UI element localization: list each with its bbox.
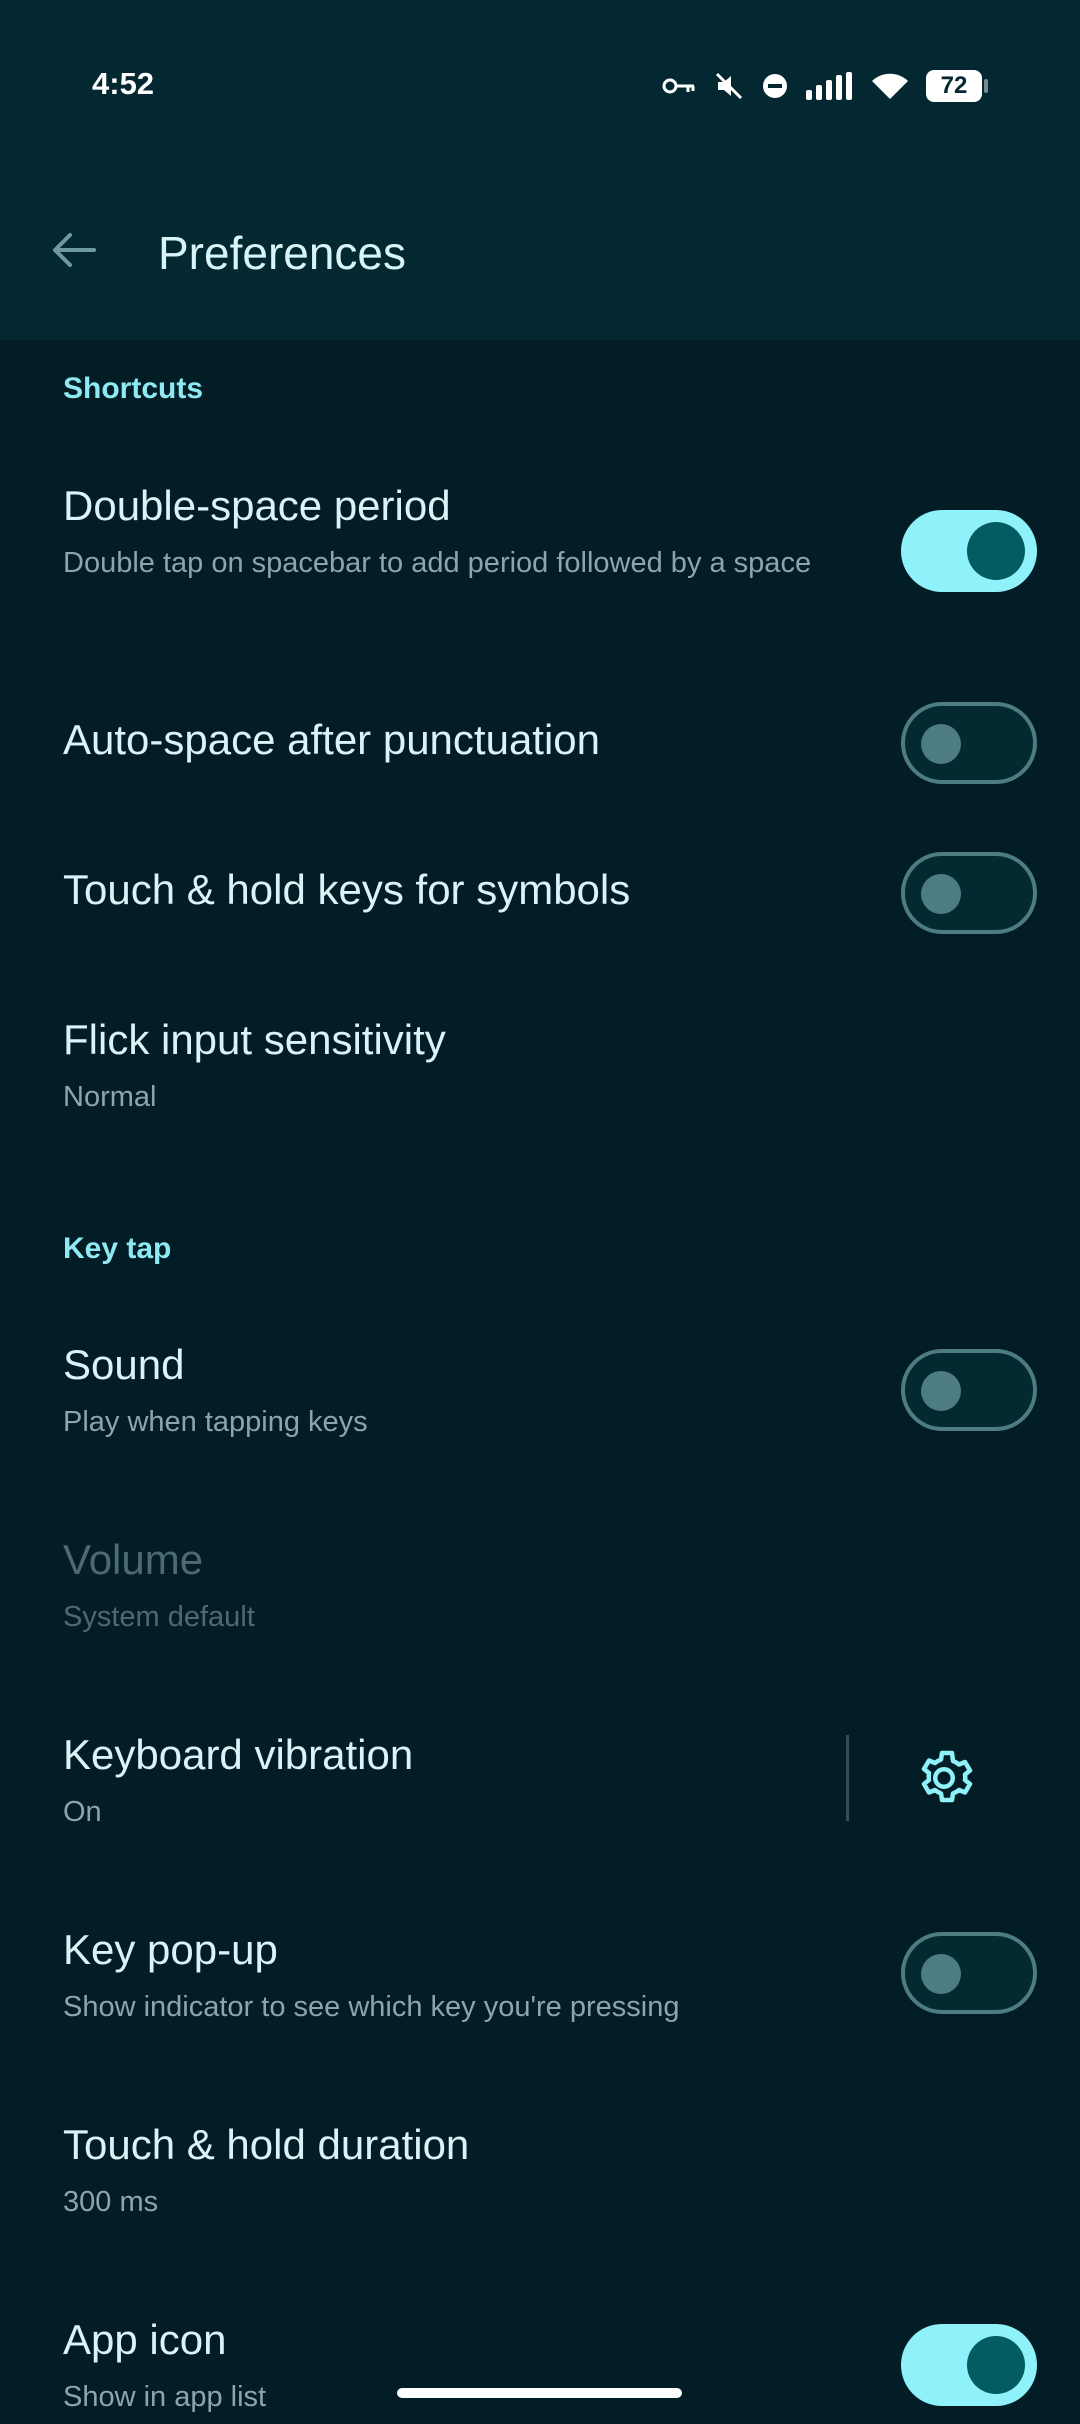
setting-subtitle: On [63, 1796, 102, 1828]
wifi-icon [872, 72, 908, 100]
setting-auto-space[interactable]: Auto-space after punctuation [0, 700, 1080, 820]
setting-title: Touch & hold keys for symbols [63, 866, 631, 913]
toggle-knob [921, 1954, 961, 1994]
setting-volume: Volume System default [0, 1520, 1080, 1670]
battery-tip [984, 79, 988, 93]
toggle-knob [921, 1371, 961, 1411]
page-title: Preferences [158, 227, 407, 279]
setting-title: Auto-space after punctuation [63, 716, 601, 763]
setting-touch-hold-symbols[interactable]: Touch & hold keys for symbols [0, 850, 1080, 970]
toggle-knob [921, 874, 961, 914]
section-header-key-tap: Key tap [63, 1232, 172, 1265]
app-bar: Preferences [0, 170, 1080, 340]
arrow-back-icon [53, 233, 96, 267]
sound-toggle[interactable] [901, 1349, 1037, 1431]
status-time: 4:52 [92, 66, 155, 101]
home-indicator[interactable] [397, 2388, 682, 2398]
status-bar: 4:52 72 [0, 0, 1080, 170]
setting-subtitle: System default [63, 1601, 255, 1633]
toggle-knob [967, 2336, 1025, 2394]
double-space-toggle[interactable] [901, 510, 1037, 592]
setting-subtitle: Play when tapping keys [63, 1406, 368, 1438]
setting-subtitle: Show indicator to see which key you're p… [63, 1991, 680, 2023]
setting-sound[interactable]: Sound Play when tapping keys [0, 1325, 1080, 1475]
setting-subtitle: Double tap on spacebar to add period fol… [63, 547, 812, 579]
battery-icon: 72 [926, 70, 982, 102]
gear-icon [921, 1750, 973, 1803]
setting-title: Keyboard vibration [63, 1731, 414, 1778]
setting-title: Double-space period [63, 482, 451, 529]
setting-title: Sound [63, 1341, 185, 1388]
auto-space-toggle[interactable] [901, 702, 1037, 784]
setting-keyboard-vibration[interactable]: Keyboard vibration On [0, 1715, 1080, 1865]
app-icon-toggle[interactable] [901, 2324, 1037, 2406]
vertical-divider [846, 1735, 849, 1821]
toggle-knob [967, 522, 1025, 580]
setting-title: Flick input sensitivity [63, 1016, 446, 1063]
setting-title: Volume [63, 1536, 204, 1583]
vibration-settings-button[interactable] [906, 1740, 982, 1816]
setting-subtitle: Normal [63, 1081, 157, 1113]
status-icons: 72 [662, 64, 988, 108]
setting-touch-hold-duration[interactable]: Touch & hold duration 300 ms [0, 2105, 1080, 2255]
setting-title: Touch & hold duration [63, 2121, 470, 2168]
mute-icon [714, 71, 744, 101]
setting-flick-sensitivity[interactable]: Flick input sensitivity Normal [0, 1000, 1080, 1150]
setting-app-icon[interactable]: App icon Show in app list [0, 2300, 1080, 2424]
setting-title: Key pop-up [63, 1926, 278, 1973]
key-popup-toggle[interactable] [901, 1932, 1037, 2014]
signal-icon [806, 72, 854, 100]
do-not-disturb-icon [762, 73, 788, 99]
touch-hold-symbols-toggle[interactable] [901, 852, 1037, 934]
vpn-key-icon [662, 75, 696, 97]
setting-title: App icon [63, 2316, 227, 2363]
back-button[interactable] [36, 212, 112, 288]
toggle-knob [921, 724, 961, 764]
setting-subtitle: 300 ms [63, 2186, 159, 2218]
section-header-shortcuts: Shortcuts [63, 372, 204, 405]
setting-double-space-period[interactable]: Double-space period Double tap on spaceb… [0, 470, 1080, 650]
setting-key-popup[interactable]: Key pop-up Show indicator to see which k… [0, 1910, 1080, 2060]
